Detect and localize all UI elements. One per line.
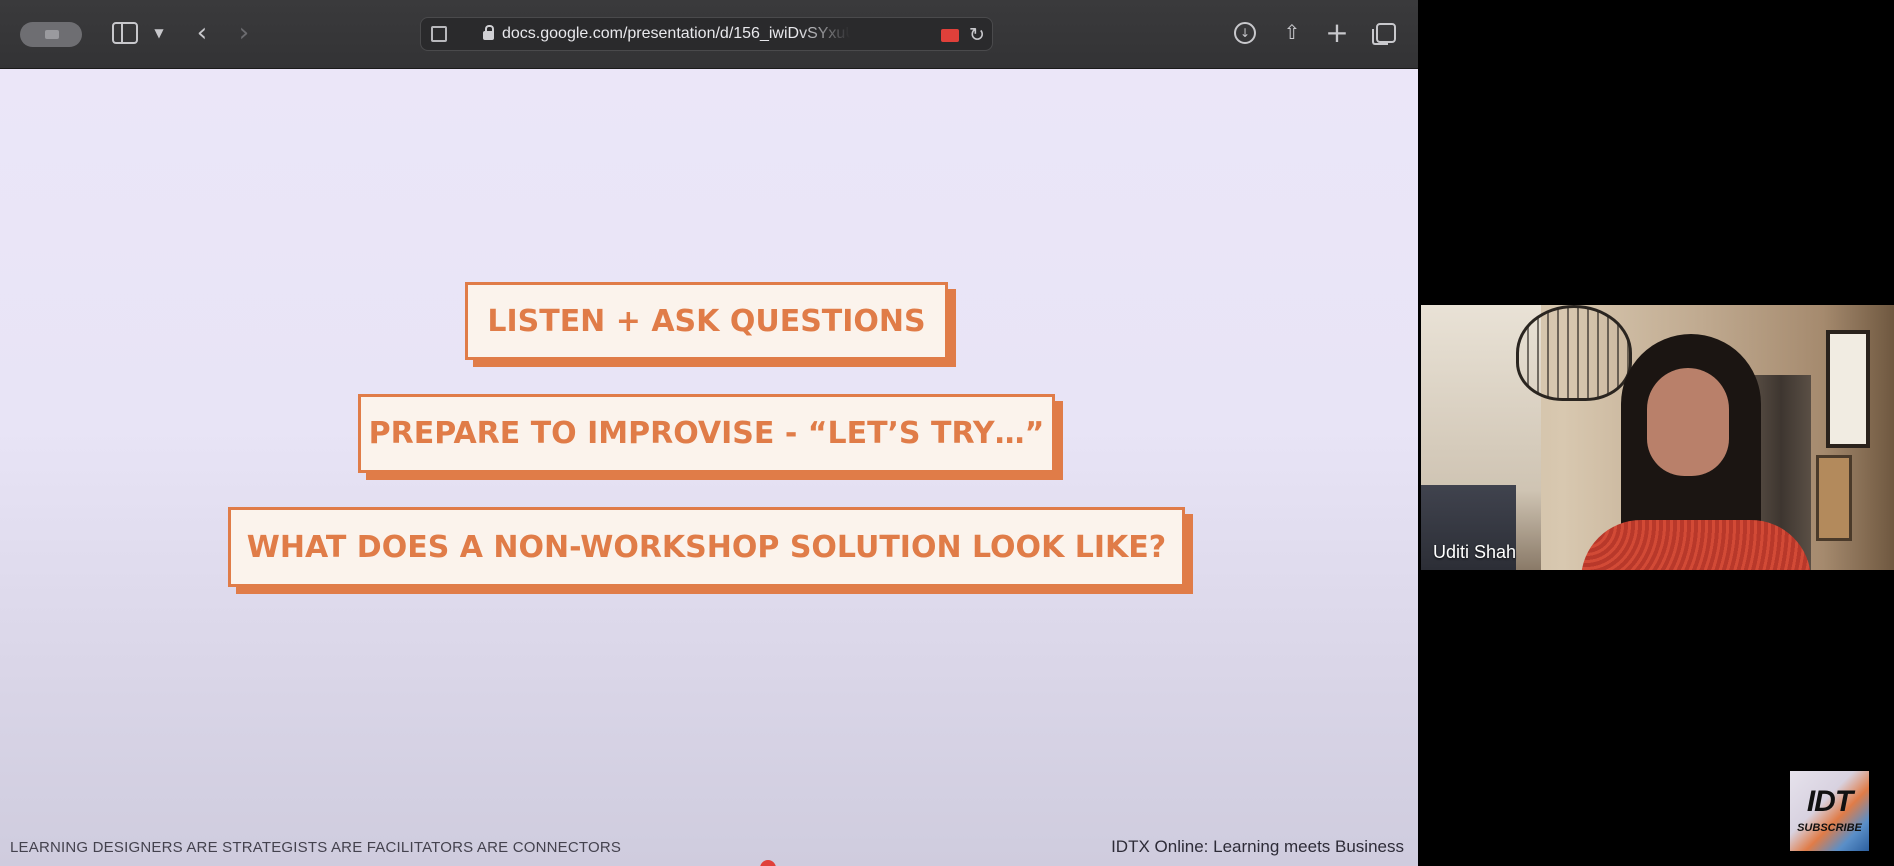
reload-icon[interactable]: ↻ (966, 22, 988, 48)
back-button[interactable]: ‹ (190, 18, 214, 48)
sidebar-icon[interactable] (112, 22, 138, 44)
address-bar[interactable]: docs.google.com/presentation/d/156_iwiDv… (420, 17, 993, 51)
slide-footer-event: IDTX Online: Learning meets Business (1111, 837, 1404, 856)
share-icon[interactable]: ⇧ (1281, 19, 1303, 45)
logo-main-text: IDT (1806, 785, 1853, 818)
lock-icon (483, 25, 494, 40)
browser-window: ▼ ‹ › docs.google.com/presentation/d/156… (0, 0, 1418, 866)
video-progress-handle[interactable] (760, 860, 776, 866)
url-text[interactable]: docs.google.com/presentation/d/156_iwiDv… (502, 25, 850, 45)
idt-subscribe-logo[interactable]: IDT SUBSCRIBE (1790, 771, 1869, 851)
browser-toolbar: ▼ ‹ › docs.google.com/presentation/d/156… (0, 0, 1418, 69)
camera-recording-icon[interactable] (941, 29, 959, 42)
presentation-slide: LISTEN + ASK QUESTIONS PREPARE TO IMPROV… (0, 69, 1418, 866)
tabs-overview-icon[interactable] (1372, 23, 1396, 45)
forward-button[interactable]: › (232, 18, 256, 48)
slide-item-non-workshop: WHAT DOES A NON-WORKSHOP SOLUTION LOOK L… (228, 507, 1185, 587)
video-background-frame (1826, 330, 1870, 448)
reader-icon[interactable] (431, 26, 447, 42)
chevron-down-icon[interactable]: ▼ (150, 22, 168, 44)
participant-face (1647, 368, 1729, 476)
participant-body (1581, 520, 1811, 570)
slide-footer-tagline: LEARNING DESIGNERS ARE STRATEGISTS ARE F… (10, 839, 622, 856)
slide-item-improvise: PREPARE TO IMPROVISE - “LET’S TRY…” (358, 394, 1055, 473)
download-icon[interactable]: ↓ (1234, 22, 1256, 44)
window-control-pill[interactable] (20, 22, 82, 47)
participant-figure (1561, 330, 1831, 570)
slide-item-listen: LISTEN + ASK QUESTIONS (465, 282, 948, 360)
screen: ▼ ‹ › docs.google.com/presentation/d/156… (0, 0, 1894, 866)
new-tab-plus-icon[interactable]: + (1325, 16, 1349, 49)
participant-name: Uditi Shah (1433, 542, 1517, 562)
logo-sub-text: SUBSCRIBE (1797, 822, 1862, 834)
participant-video-tile: Uditi Shah (1421, 305, 1894, 570)
